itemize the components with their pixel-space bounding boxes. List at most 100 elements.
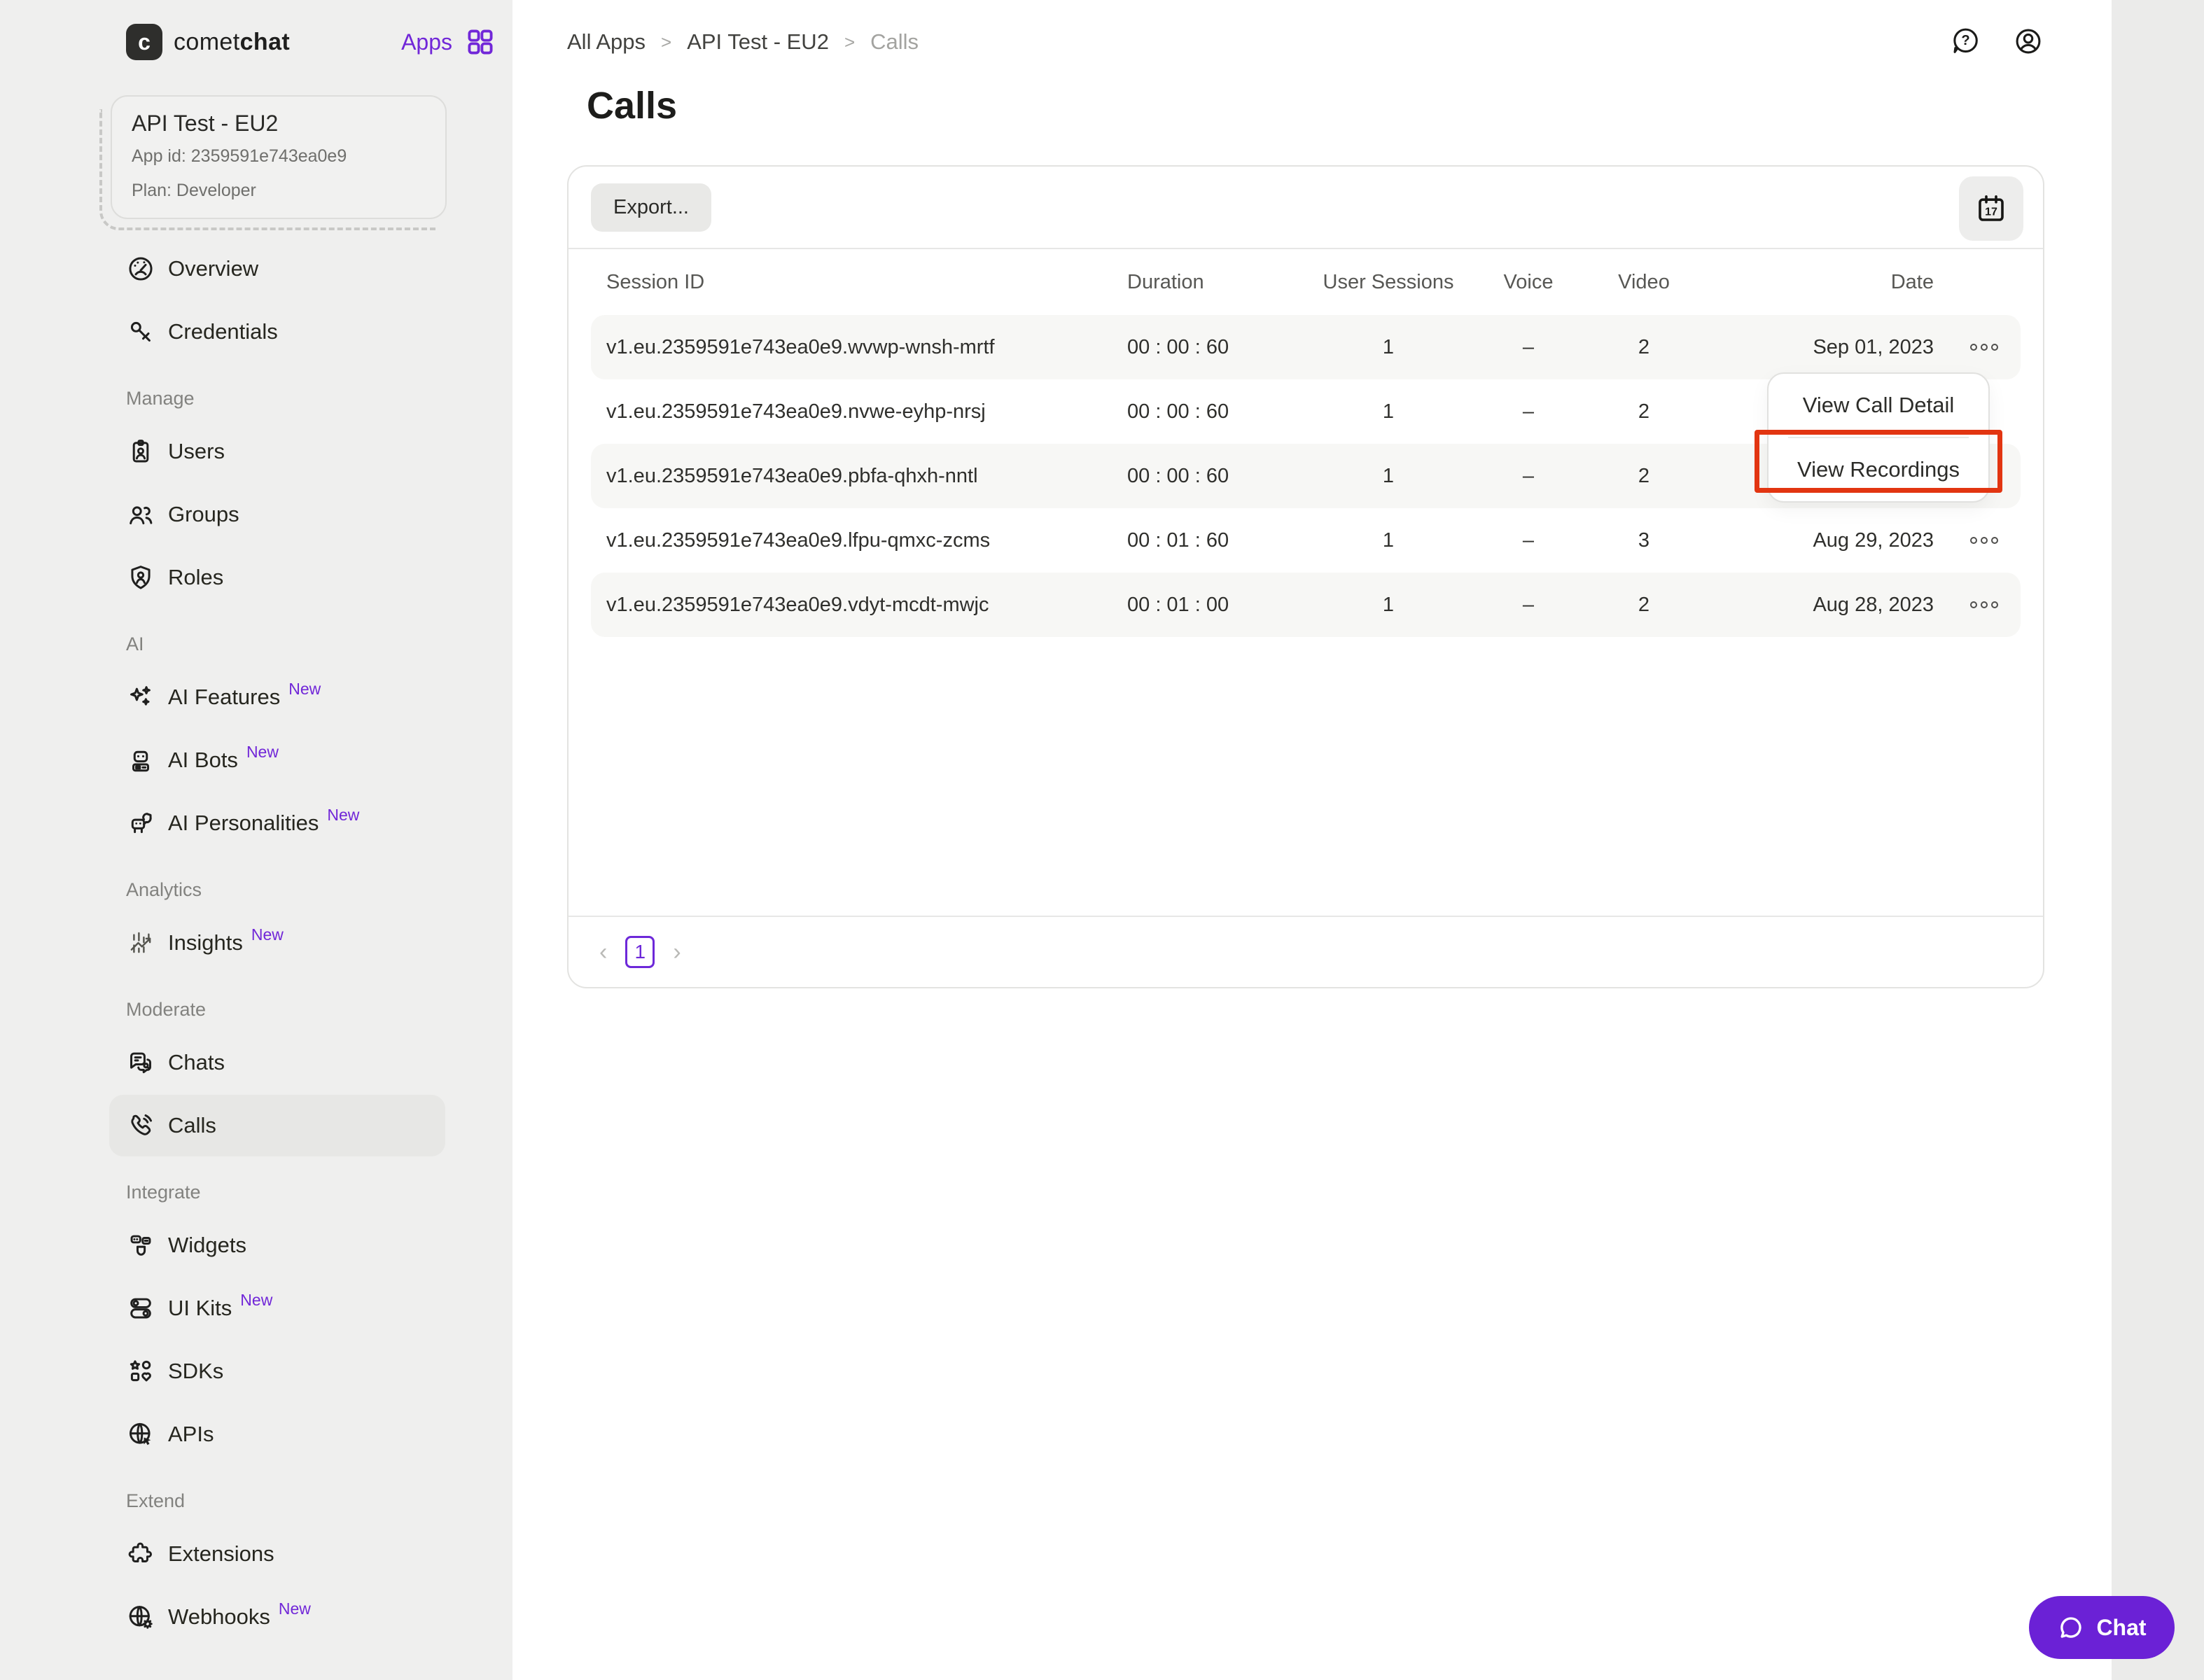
sidebar-item-label: AI Bots xyxy=(168,748,238,773)
sidebar-item-chats[interactable]: Chats xyxy=(109,1032,445,1093)
apps-grid-icon[interactable] xyxy=(465,27,496,57)
calendar-button[interactable]: 17 xyxy=(1959,176,2023,241)
logo-text-regular: comet xyxy=(174,29,240,55)
breadcrumb-all-apps[interactable]: All Apps xyxy=(567,29,646,55)
row-actions-menu-button[interactable] xyxy=(1948,601,2021,608)
sidebar-item-label: Users xyxy=(168,439,225,464)
row-actions-menu-button[interactable] xyxy=(1948,344,2021,351)
help-icon[interactable]: ? xyxy=(1949,25,1981,57)
cell-video: 2 xyxy=(1588,465,1700,488)
sidebar-item-ai-bots[interactable]: AI Bots New xyxy=(109,729,445,791)
breadcrumb-separator: > xyxy=(661,31,671,53)
bot-wrench-icon xyxy=(126,808,155,838)
menu-item-view-recordings[interactable]: View Recordings xyxy=(1769,438,1988,501)
col-user-sessions: User Sessions xyxy=(1308,271,1469,294)
puzzle-icon xyxy=(126,1539,155,1569)
globe-cursor-icon xyxy=(126,1420,155,1449)
col-date: Date xyxy=(1700,271,1948,294)
table-header-row: Session ID Duration User Sessions Voice … xyxy=(591,249,2021,315)
sidebar-nav: Overview Credentials Manage Users Groups… xyxy=(109,238,445,1649)
chat-bubble-icon xyxy=(2057,1614,2085,1642)
sidebar-item-ai-personalities[interactable]: AI Personalities New xyxy=(109,792,445,854)
section-label-integrate: Integrate xyxy=(126,1182,445,1203)
cell-session-id: v1.eu.2359591e743ea0e9.pbfa-qhxh-nntl xyxy=(591,465,1112,488)
cell-user-sessions: 1 xyxy=(1308,529,1469,552)
shapes-icon xyxy=(126,1357,155,1386)
sidebar-item-ai-features[interactable]: AI Features New xyxy=(109,666,445,728)
account-icon[interactable] xyxy=(2012,25,2044,57)
apps-switcher[interactable]: Apps xyxy=(401,27,496,57)
table-row: v1.eu.2359591e743ea0e9.lfpu-qmxc-zcms 00… xyxy=(591,508,2021,573)
id-card-icon xyxy=(126,437,155,466)
section-label-ai: AI xyxy=(126,634,445,655)
calls-card: Export... 17 Session ID Duration User Se… xyxy=(567,165,2044,988)
apps-label[interactable]: Apps xyxy=(401,29,452,55)
col-session-id: Session ID xyxy=(591,271,1112,294)
app-name: API Test - EU2 xyxy=(132,111,426,136)
logo-row: c cometchat Apps xyxy=(126,22,496,62)
cometchat-logo-icon: c xyxy=(126,24,162,60)
cell-video: 3 xyxy=(1588,529,1700,552)
chat-widget-button[interactable]: Chat xyxy=(2029,1596,2175,1659)
cell-session-id: v1.eu.2359591e743ea0e9.vdyt-mcdt-mwjc xyxy=(591,594,1112,617)
sidebar-item-insights[interactable]: Insights New xyxy=(109,912,445,974)
cell-date: Aug 28, 2023 xyxy=(1700,594,1948,617)
cell-duration: 00 : 00 : 60 xyxy=(1112,400,1308,424)
sidebar-item-sdks[interactable]: SDKs xyxy=(109,1340,445,1402)
card-toolbar: Export... 17 xyxy=(569,167,2043,249)
breadcrumb: All Apps > API Test - EU2 > Calls xyxy=(567,29,919,55)
section-label-moderate: Moderate xyxy=(126,999,445,1021)
sidebar-item-label: Webhooks xyxy=(168,1604,270,1630)
row-context-menu: View Call Detail View Recordings xyxy=(1767,372,1990,503)
page-title: Calls xyxy=(587,84,677,127)
cell-session-id: v1.eu.2359591e743ea0e9.lfpu-qmxc-zcms xyxy=(591,529,1112,552)
cell-video: 2 xyxy=(1588,594,1700,617)
sidebar-item-label: Groups xyxy=(168,502,239,527)
cell-user-sessions: 1 xyxy=(1308,336,1469,359)
sidebar-item-label: Extensions xyxy=(168,1541,274,1567)
sidebar-item-overview[interactable]: Overview xyxy=(109,238,445,300)
key-icon xyxy=(126,317,155,346)
cell-user-sessions: 1 xyxy=(1308,400,1469,424)
cell-video: 2 xyxy=(1588,400,1700,424)
new-badge: New xyxy=(251,925,284,944)
row-actions-menu-button[interactable] xyxy=(1948,537,2021,544)
trend-chart-icon xyxy=(126,928,155,958)
sidebar-item-groups[interactable]: Groups xyxy=(109,484,445,545)
col-video: Video xyxy=(1588,271,1700,294)
sidebar-item-extensions[interactable]: Extensions xyxy=(109,1523,445,1585)
cometchat-logo-text: cometchat xyxy=(174,29,290,56)
sidebar-item-users[interactable]: Users xyxy=(109,421,445,482)
sidebar: c cometchat Apps API Test - EU2 App id: … xyxy=(0,0,512,1680)
sidebar-item-ui-kits[interactable]: UI Kits New xyxy=(109,1278,445,1339)
cell-user-sessions: 1 xyxy=(1308,465,1469,488)
cell-video: 2 xyxy=(1588,336,1700,359)
sidebar-item-label: Credentials xyxy=(168,319,278,344)
breadcrumb-app[interactable]: API Test - EU2 xyxy=(687,29,829,55)
next-page-chevron-icon[interactable]: › xyxy=(673,939,681,966)
app-id: App id: 2359591e743ea0e9 xyxy=(132,146,426,167)
sidebar-item-webhooks[interactable]: Webhooks New xyxy=(109,1586,445,1648)
widget-icon xyxy=(126,1231,155,1260)
sidebar-item-label: Widgets xyxy=(168,1233,246,1258)
sidebar-item-widgets[interactable]: Widgets xyxy=(109,1214,445,1276)
export-button[interactable]: Export... xyxy=(591,183,711,232)
sidebar-item-roles[interactable]: Roles xyxy=(109,547,445,608)
table-row: v1.eu.2359591e743ea0e9.wvwp-wnsh-mrtf 00… xyxy=(591,315,2021,379)
sidebar-item-credentials[interactable]: Credentials xyxy=(109,301,445,363)
users-icon xyxy=(126,500,155,529)
phone-icon xyxy=(126,1111,155,1140)
app-plan: Plan: Developer xyxy=(132,181,426,201)
current-app-card[interactable]: API Test - EU2 App id: 2359591e743ea0e9 … xyxy=(111,95,447,219)
cell-duration: 00 : 01 : 60 xyxy=(1112,529,1308,552)
sidebar-item-calls[interactable]: Calls xyxy=(109,1095,445,1156)
cell-voice: – xyxy=(1469,594,1588,617)
new-badge: New xyxy=(279,1600,311,1618)
chat-bubbles-icon xyxy=(126,1048,155,1077)
menu-item-view-call-detail[interactable]: View Call Detail xyxy=(1769,374,1988,437)
cell-voice: – xyxy=(1469,400,1588,424)
page-number[interactable]: 1 xyxy=(625,936,655,968)
prev-page-chevron-icon[interactable]: ‹ xyxy=(599,939,607,966)
sidebar-item-apis[interactable]: APIs xyxy=(109,1404,445,1465)
section-label-extend: Extend xyxy=(126,1490,445,1512)
